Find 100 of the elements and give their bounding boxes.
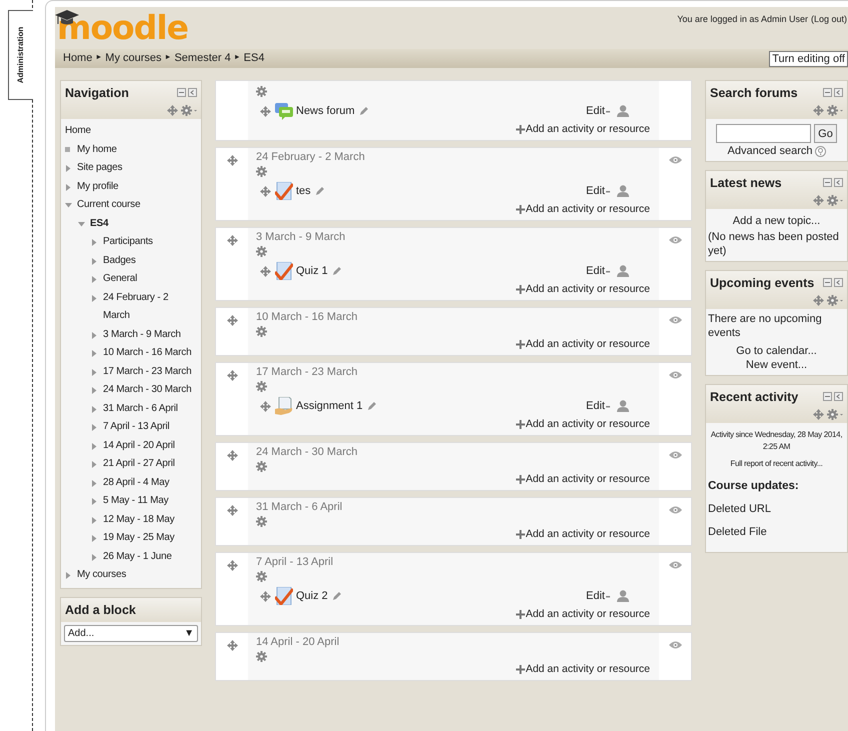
edit-menu[interactable]: Edit [586,102,611,120]
nav-tree-item[interactable]: 28 April - 4 May [103,474,170,492]
add-activity-link[interactable]: Add an activity or resource [516,203,650,217]
checklist-icon [275,182,293,200]
edit-menu[interactable]: Edit [586,588,611,604]
add-activity-link[interactable]: Add an activity or resource [516,338,650,352]
nav-tree-item[interactable]: General [103,270,138,288]
activity-link[interactable]: Assignment 1 [296,398,363,414]
nav-tree-item[interactable]: Current course [77,196,140,214]
chat-bubbles-icon [275,102,293,120]
breadcrumb-link[interactable]: Home [63,50,92,67]
add-activity-link[interactable]: Add an activity or resource [516,528,650,542]
nav-tree-item[interactable]: 14 April - 20 April [103,436,175,455]
nav-tree-item[interactable]: Badges [103,252,136,270]
activity-link[interactable]: tes [296,182,311,200]
pencil-icon [332,266,342,276]
nav-tree-item[interactable]: My home [77,140,117,159]
add-block-select[interactable]: Add... ▼ [64,625,198,642]
nav-tree-item[interactable]: 19 May - 25 May [103,529,174,548]
section-title: 3 March - 9 March [256,231,346,244]
checklist-icon [275,262,293,280]
eye-icon [668,451,682,459]
nav-tree-item[interactable]: 26 May - 1 June [103,548,172,566]
nav-tree-item[interactable]: Participants [103,233,153,252]
calendar-link[interactable]: New event... [708,358,845,372]
nav-tree-item[interactable]: My courses [77,566,126,584]
move-icon [226,560,238,571]
person-icon [617,590,629,602]
eye-icon [668,641,682,649]
advanced-search-link[interactable]: Advanced search [728,144,812,158]
activity-link[interactable]: News forum [296,102,355,120]
no-news-text: (No news has been posted yet) [708,230,840,258]
edit-menu[interactable]: Edit [586,182,611,200]
activity-link[interactable]: Quiz 2 [296,588,328,604]
move-icon [226,315,238,326]
move-icon [260,106,271,116]
add-activity-link[interactable]: Add an activity or resource [516,663,650,677]
turn-editing-off-button[interactable]: Turn editing off [769,50,848,66]
settings-icon [256,86,267,97]
section-title: 24 February - 2 March [256,151,366,164]
search-field[interactable] [716,124,812,143]
breadcrumb-link[interactable]: Semester 4 [174,50,231,67]
move-icon [813,104,824,116]
full-report-link[interactable]: Full report of recent activity... [708,453,845,471]
nav-tree-item[interactable]: My profile [77,178,118,196]
pencil-icon [366,401,377,411]
plus-icon [516,285,525,294]
settings-menu-icon [827,194,843,206]
activity-link[interactable]: Quiz 1 [296,262,328,280]
nav-tree-item[interactable]: ES4 [90,214,108,233]
nav-tree-item[interactable]: 31 March - 6 April [103,400,178,418]
block-title: Latest news [710,175,782,192]
logout-link[interactable]: (Log out) [808,14,847,24]
add-activity-link[interactable]: Add an activity or resource [516,473,650,487]
nav-tree-item[interactable]: 24 February - 2 March [103,288,197,326]
eye-icon [668,156,682,164]
settings-icon [256,326,267,337]
plus-icon [516,665,525,674]
move-icon [260,400,271,412]
dropdown-arrow-icon: ▼ [184,626,194,642]
add-activity-link[interactable]: Add an activity or resource [516,608,650,622]
nav-tree-item[interactable]: 3 March - 9 March [103,326,181,344]
add-activity-link[interactable]: Add an activity or resource [516,418,650,432]
add-topic-link[interactable]: Add a new topic... [708,212,845,228]
breadcrumb-link[interactable]: ES4 [244,50,264,67]
move-icon [813,194,824,206]
block-title: Upcoming events [710,275,814,292]
edit-menu[interactable]: Edit [586,398,611,414]
nav-tree-item[interactable]: Site pages [77,159,122,178]
nav-tree-item[interactable]: 24 March - 30 March [103,381,192,400]
nav-tree-item[interactable]: 21 April - 27 April [103,455,175,474]
move-icon [226,370,238,381]
move-icon [260,186,271,196]
user-link[interactable]: Admin User [760,14,808,24]
nav-tree-item[interactable]: 5 May - 11 May [103,492,168,510]
calendar-link[interactable]: Go to calendar... [708,344,845,358]
course-updates-heading: Course updates: [708,479,800,493]
nav-tree-item[interactable]: 17 March - 23 March [103,362,192,381]
nav-tree-item[interactable]: 10 March - 16 March [103,344,192,362]
move-icon [167,104,178,116]
move-icon [226,505,238,516]
settings-icon [256,516,267,527]
hand-document-icon [275,397,293,415]
edit-menu[interactable]: Edit [586,262,611,280]
update-item: Deleted File [708,525,768,539]
dock-icon [188,88,197,97]
section-title: 17 March - 23 March [256,366,358,379]
person-icon [617,185,629,197]
nav-tree-item[interactable]: 12 May - 18 May [103,510,174,529]
section-title: 24 March - 30 March [256,446,358,459]
move-icon [813,294,824,306]
settings-menu-icon [827,408,843,420]
nav-tree-item[interactable]: Home [65,122,197,140]
plus-icon [516,205,525,214]
add-activity-link[interactable]: Add an activity or resource [516,283,650,297]
nav-tree-item[interactable]: 7 April - 13 April [103,418,170,436]
section-title: 14 April - 20 April [256,636,340,649]
go-button[interactable]: Go [814,124,837,143]
add-activity-link[interactable]: Add an activity or resource [516,123,650,137]
breadcrumb-link[interactable]: My courses [105,50,162,67]
